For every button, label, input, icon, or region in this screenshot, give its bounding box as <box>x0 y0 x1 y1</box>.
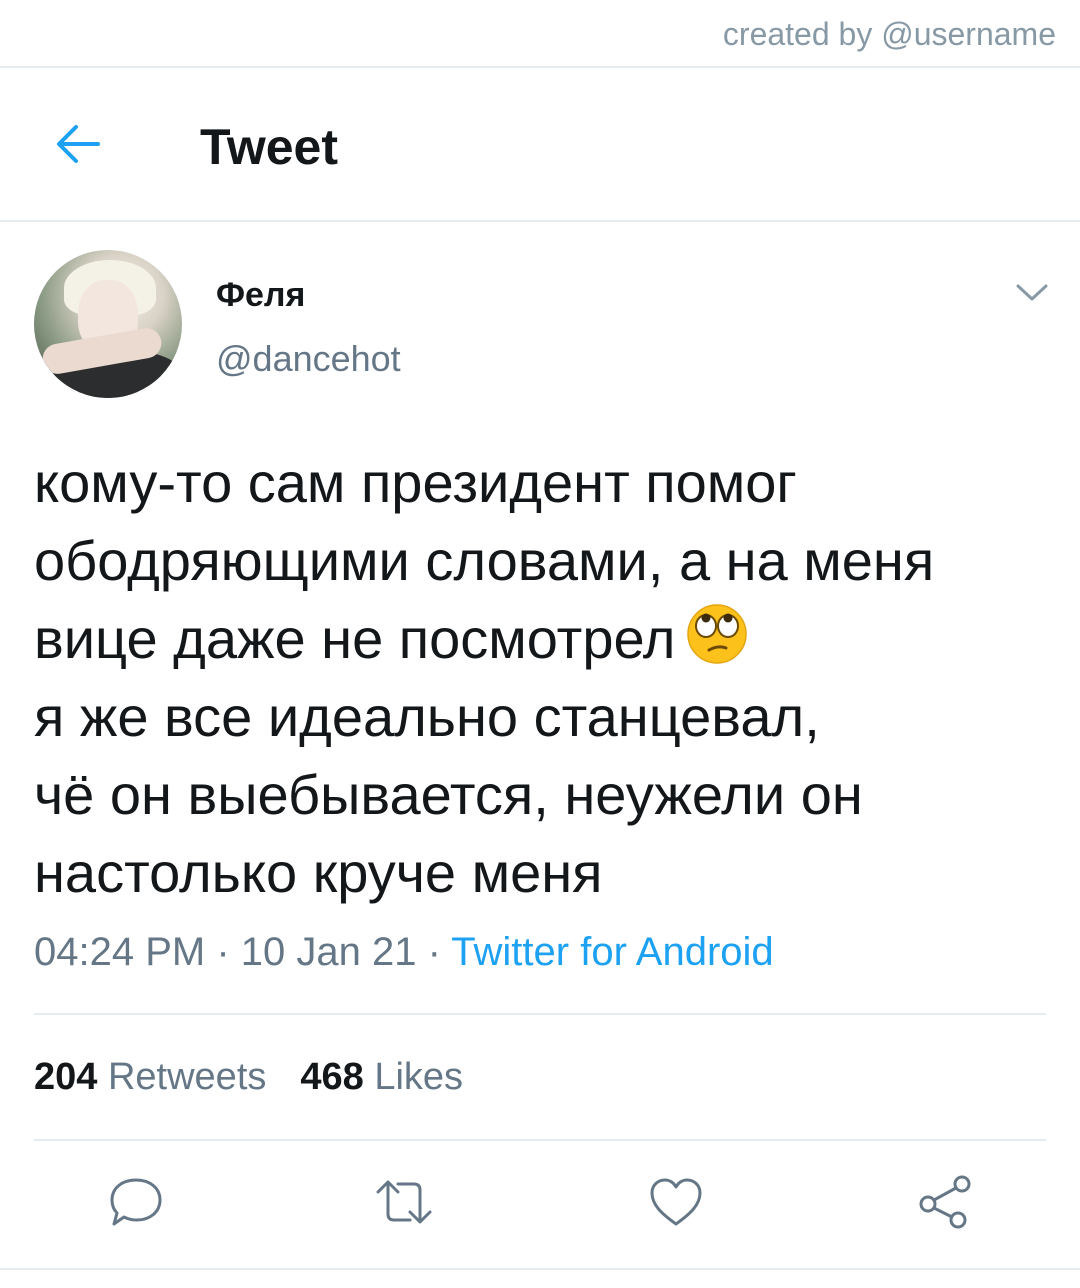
page-title: Tweet <box>200 119 338 175</box>
rolling-eyes-emoji-icon <box>687 604 748 664</box>
retweets-stat[interactable]: 204 Retweets <box>34 1056 266 1098</box>
tweet-line: ободряющими словами, а на меня <box>34 529 935 592</box>
meta-separator: · <box>416 930 452 974</box>
tweet-actions <box>0 1170 1080 1240</box>
tweet-line: кому-то сам президент помог <box>34 451 797 514</box>
avatar[interactable] <box>34 250 182 398</box>
tweet-line-with-emoji: вице даже не посмотрел <box>34 600 1054 678</box>
tweet-line: я же все идеально станцевал, <box>34 685 820 748</box>
bottom-divider <box>0 1268 1080 1270</box>
meta-divider <box>34 1013 1046 1015</box>
tweet-line: вице даже не посмотрел <box>34 607 676 670</box>
tweet-source-link[interactable]: Twitter for Android <box>451 930 773 974</box>
heart-icon[interactable] <box>644 1170 708 1234</box>
author-handle[interactable]: @dancehot <box>216 338 401 380</box>
retweets-count: 204 <box>34 1056 98 1098</box>
header: Tweet <box>0 66 1080 220</box>
author-name[interactable]: Феля <box>216 276 305 315</box>
retweets-label: Retweets <box>107 1056 267 1098</box>
tweet-stats: 204 Retweets 468 Likes <box>34 1056 463 1099</box>
tweet-date: 10 Jan 21 <box>240 930 417 974</box>
retweet-icon[interactable] <box>372 1170 436 1234</box>
chevron-down-icon[interactable] <box>1014 280 1050 304</box>
share-icon[interactable] <box>912 1170 976 1234</box>
tweet-line: настолько круче меня <box>34 841 603 904</box>
arrow-left-icon[interactable] <box>50 116 106 172</box>
stats-divider <box>34 1139 1046 1141</box>
tweet-meta: 04:24 PM · 10 Jan 21 · Twitter for Andro… <box>34 930 774 975</box>
credit-text: created by @username <box>722 16 1056 52</box>
tweet-text: кому-то сам президент помог ободряющими … <box>34 444 1054 912</box>
meta-separator: · <box>205 930 241 974</box>
tweet-line: чё он выебывается, неужели он <box>34 763 863 826</box>
likes-count: 468 <box>300 1056 364 1098</box>
likes-label: Likes <box>374 1056 464 1098</box>
tweet-time: 04:24 PM <box>34 930 206 974</box>
header-divider <box>0 220 1080 222</box>
reply-icon[interactable] <box>104 1170 168 1234</box>
likes-stat[interactable]: 468 Likes <box>300 1056 463 1098</box>
